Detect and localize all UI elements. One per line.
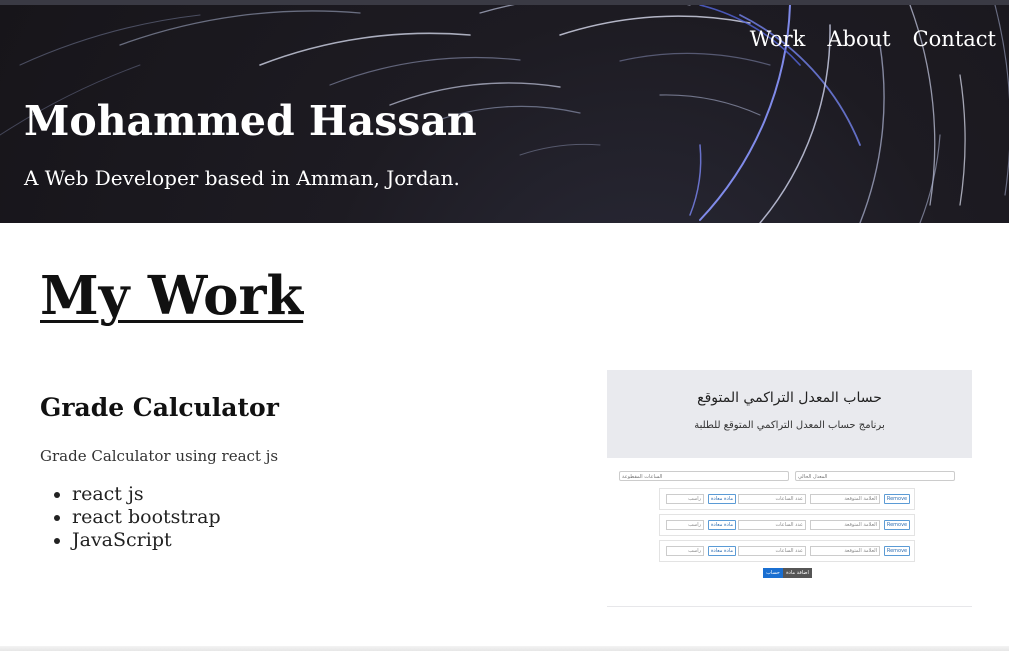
add-course-button: اضافة مادة	[783, 568, 812, 578]
expected-grade-field: العلامة المتوقعة	[810, 546, 880, 556]
tech-item: react js	[72, 483, 221, 506]
failed-checkbox: راسب	[666, 546, 704, 556]
calculate-button: حساب	[763, 568, 783, 578]
project-screenshot[interactable]: حساب المعدل التراكمي المتوقع برنامج حساب…	[607, 370, 972, 607]
project-description: Grade Calculator using react js	[40, 447, 279, 465]
hours-count-field: عدد الساعات	[738, 494, 806, 504]
current-gpa-label: المعدل الحالي	[798, 474, 828, 480]
failed-checkbox: راسب	[666, 520, 704, 530]
screenshot-header: حساب المعدل التراكمي المتوقع برنامج حساب…	[607, 370, 972, 458]
viewport-bottom-edge	[0, 646, 1009, 651]
nav-work-link[interactable]: Work	[750, 27, 806, 51]
site-owner-name: Mohammed Hassan	[24, 97, 477, 145]
remove-button: Remove	[884, 520, 910, 530]
course-row: Remove العلامة المتوقعة عدد الساعات مادة…	[659, 488, 915, 510]
repeat-course-button: مادة معادة	[708, 494, 736, 504]
screenshot-title: حساب المعدل التراكمي المتوقع	[697, 390, 882, 406]
course-row: Remove العلامة المتوقعة عدد الساعات مادة…	[659, 540, 915, 562]
completed-hours-select: الساعات المقطوعة	[619, 471, 789, 481]
current-gpa-select: المعدل الحالي	[795, 471, 955, 481]
tech-item: JavaScript	[72, 529, 221, 552]
site-tagline: A Web Developer based in Amman, Jordan.	[24, 166, 460, 190]
completed-hours-label: الساعات المقطوعة	[622, 474, 663, 480]
project-title: Grade Calculator	[40, 393, 279, 422]
work-section-title: My Work	[40, 265, 304, 327]
screenshot-subtitle: برنامج حساب المعدل التراكمي المتوقع للطل…	[694, 420, 885, 431]
hours-count-field: عدد الساعات	[738, 520, 806, 530]
remove-button: Remove	[884, 494, 910, 504]
remove-button: Remove	[884, 546, 910, 556]
project-tech-list: react js react bootstrap JavaScript	[72, 483, 221, 552]
hero-header: Work About Contact Mohammed Hassan A Web…	[0, 5, 1009, 223]
main-nav: Work About Contact	[750, 27, 996, 51]
failed-checkbox: راسب	[666, 494, 704, 504]
expected-grade-field: العلامة المتوقعة	[810, 494, 880, 504]
repeat-course-button: مادة معادة	[708, 546, 736, 556]
course-row: Remove العلامة المتوقعة عدد الساعات مادة…	[659, 514, 915, 536]
hours-count-field: عدد الساعات	[738, 546, 806, 556]
tech-item: react bootstrap	[72, 506, 221, 529]
repeat-course-button: مادة معادة	[708, 520, 736, 530]
nav-about-link[interactable]: About	[827, 27, 890, 51]
expected-grade-field: العلامة المتوقعة	[810, 520, 880, 530]
nav-contact-link[interactable]: Contact	[913, 27, 996, 51]
